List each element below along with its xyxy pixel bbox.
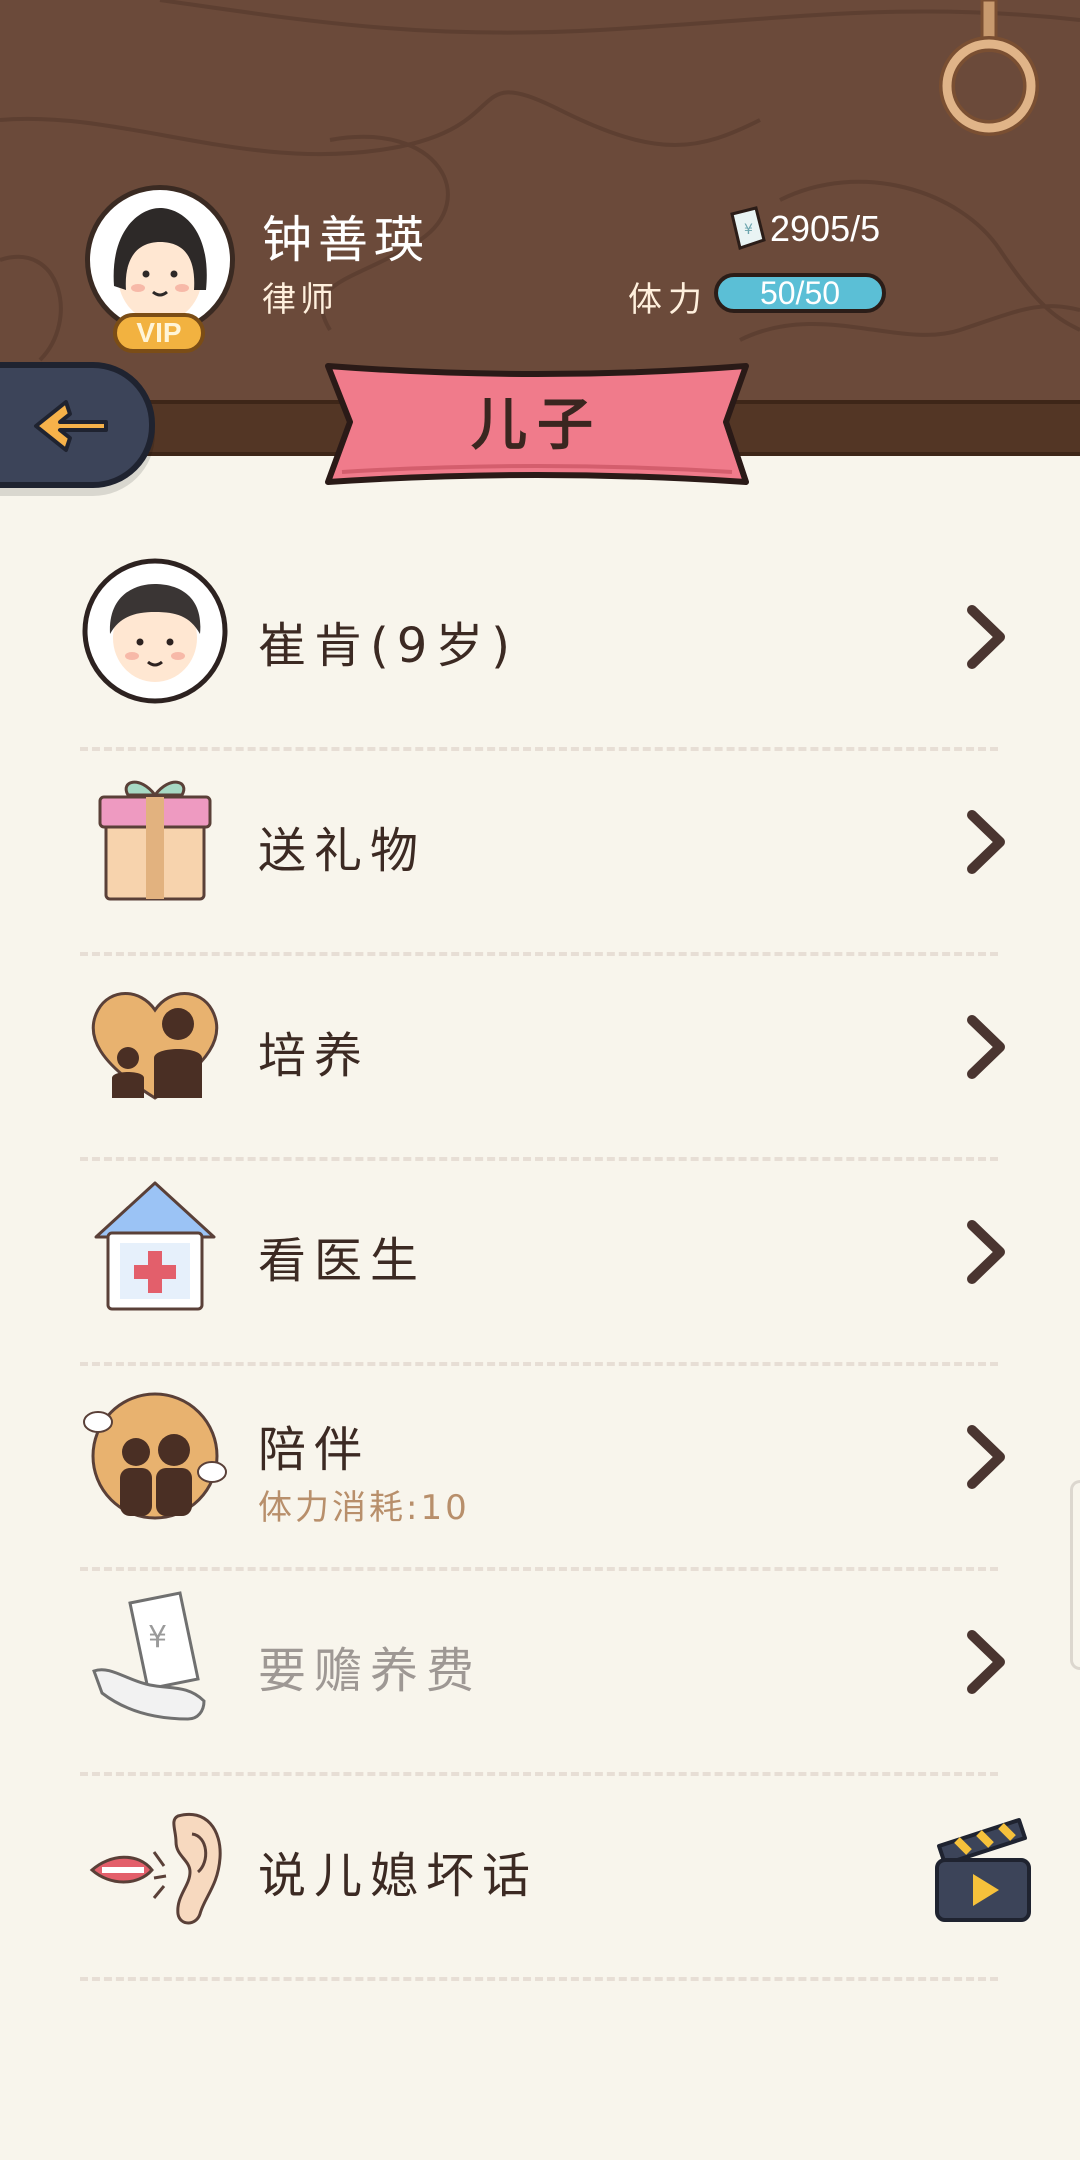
list-item-accompany[interactable]: 陪伴 体力消耗:10: [80, 1366, 1005, 1571]
ring-hook-icon[interactable]: [930, 0, 1050, 150]
gift-icon: [98, 780, 212, 901]
stamina-bar: 50/50: [714, 273, 886, 313]
side-drawer-handle[interactable]: [1070, 1480, 1080, 1670]
list-item-label: 培养: [258, 1028, 371, 1084]
mouth-ear-icon: [89, 1812, 222, 1925]
parent-child-heart-icon: [91, 992, 219, 1100]
chevron-right-icon: [967, 1220, 1005, 1284]
stamina-cost-label: 体力消耗:10: [258, 1488, 470, 1528]
list-item-label: 看医生: [258, 1233, 427, 1289]
banknote-icon: ¥: [730, 206, 766, 250]
chevron-right-icon: [967, 1015, 1005, 1079]
player-job: 律师: [262, 280, 338, 320]
list-item-label: 要赡养费: [258, 1643, 483, 1699]
chevron-right-icon: [967, 1630, 1005, 1694]
page-title: 儿子: [471, 393, 603, 458]
list-item-send-gift[interactable]: 送礼物: [80, 751, 1005, 956]
chevron-right-icon: [967, 1425, 1005, 1489]
back-button[interactable]: [0, 362, 155, 488]
list-item-nurture[interactable]: 培养: [80, 956, 1005, 1161]
child-menu-list: 崔肯(9岁) 送礼物 培养 看医生 陪伴 体力消耗:10 ¥ 要赡养费 说儿媳坏…: [80, 546, 1031, 1981]
woman-avatar-icon: [113, 208, 207, 322]
list-item-badmouth-daughter-in-law[interactable]: 说儿媳坏话: [80, 1776, 1031, 1981]
player-name: 钟善瑛: [262, 211, 430, 269]
family-icon: [83, 1392, 227, 1520]
arrow-left-icon: [34, 400, 108, 452]
child-avatar-icon: [82, 558, 228, 704]
money-hand-icon: ¥: [92, 1591, 206, 1721]
svg-text:¥: ¥: [148, 1620, 167, 1655]
stamina-label: 体力: [628, 280, 708, 320]
list-item-request-alimony[interactable]: ¥ 要赡养费: [80, 1571, 1005, 1776]
vip-badge: VIP: [113, 313, 205, 353]
list-item-label: 陪伴: [258, 1422, 371, 1478]
list-item-label: 送礼物: [258, 823, 427, 879]
hospital-icon: [94, 1181, 216, 1311]
list-item-label: 崔肯(9岁): [258, 618, 518, 674]
chevron-right-icon: [967, 810, 1005, 874]
chevron-right-icon: [967, 605, 1005, 669]
svg-text:¥: ¥: [744, 222, 753, 238]
money-value: 2905/5: [770, 208, 881, 249]
list-item-label: 说儿媳坏话: [258, 1848, 539, 1904]
list-item-child-profile[interactable]: 崔肯(9岁): [80, 546, 1005, 751]
video-play-icon[interactable]: [933, 1814, 1033, 1924]
list-item-see-doctor[interactable]: 看医生: [80, 1161, 1005, 1366]
